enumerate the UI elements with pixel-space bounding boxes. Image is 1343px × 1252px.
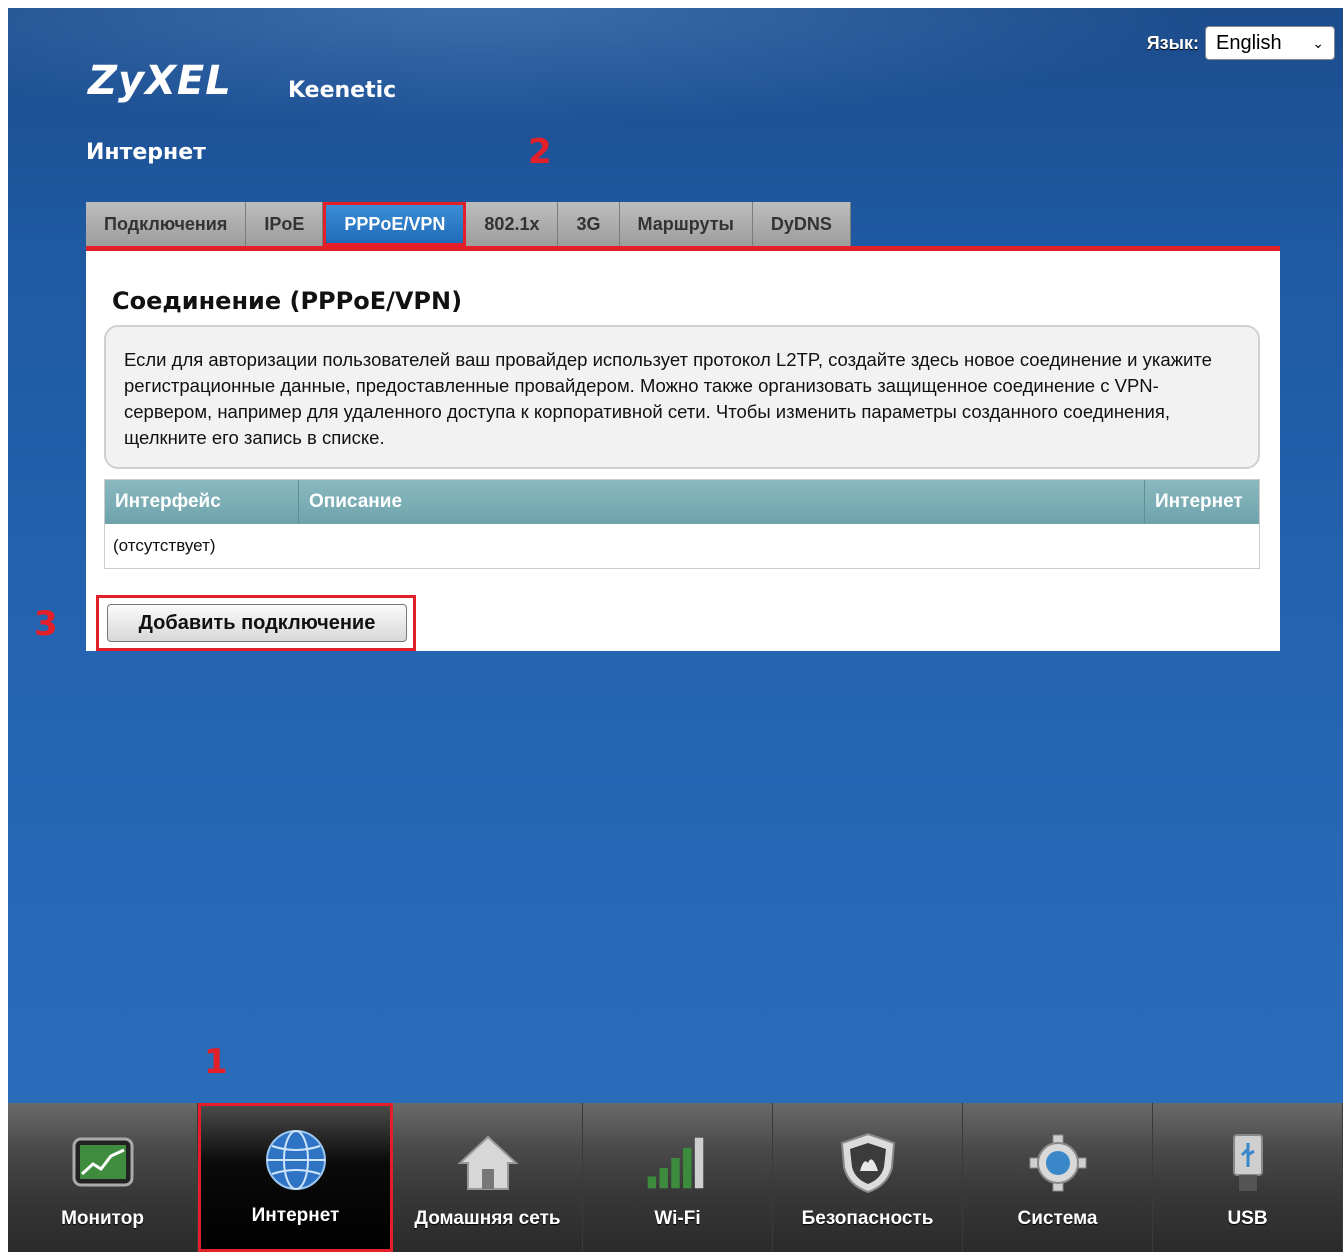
info-box: Если для авторизации пользователей ваш п… [104, 325, 1260, 469]
usb-icon [1216, 1134, 1280, 1192]
product-name: Keenetic [288, 78, 397, 103]
annotation-1: 1 [204, 1042, 228, 1082]
column-interface[interactable]: Интерфейс [105, 480, 299, 524]
nav-security[interactable]: Безопасность [773, 1103, 963, 1252]
annotation-2: 2 [528, 132, 552, 172]
language-value: English [1216, 31, 1282, 54]
add-button-highlight: Добавить подключение [96, 595, 416, 651]
chevron-down-icon: ⌄ [1312, 34, 1324, 51]
content-panel: Соединение (PPPoE/VPN) Если для авториза… [86, 251, 1280, 651]
nav-label: USB [1227, 1208, 1268, 1229]
tab-bar: Подключения IPoE PPPoE/VPN 802.1x 3G Мар… [86, 202, 851, 246]
add-connection-button[interactable]: Добавить подключение [107, 604, 407, 642]
nav-usb[interactable]: USB [1153, 1103, 1343, 1252]
nav-monitor[interactable]: Монитор [8, 1103, 198, 1252]
section-title: Соединение (PPPoE/VPN) [112, 287, 463, 315]
brand-logo: ZyXEL [88, 58, 232, 104]
annotation-3: 3 [34, 604, 58, 644]
page-title: Интернет [86, 140, 206, 165]
app-frame: ZyXEL Keenetic Язык: English ⌄ Интернет … [8, 8, 1343, 1252]
language-selector: Язык: English ⌄ [1147, 26, 1335, 60]
shield-icon [836, 1132, 900, 1194]
tab-ipoe[interactable]: IPoE [246, 202, 324, 246]
nav-label: Интернет [251, 1205, 340, 1226]
nav-internet[interactable]: Интернет [198, 1103, 393, 1252]
tab-8021x[interactable]: 802.1x [466, 202, 559, 246]
table-row: (отсутствует) [113, 536, 216, 555]
bottom-nav: Монитор Интернет Домашняя сеть Wi-Fi Без… [8, 1103, 1343, 1252]
gear-icon [1026, 1134, 1090, 1192]
nav-system[interactable]: Система [963, 1103, 1153, 1252]
column-description[interactable]: Описание [299, 480, 1145, 524]
monitor-icon [71, 1134, 135, 1192]
nav-label: Wi-Fi [654, 1208, 701, 1229]
language-select[interactable]: English ⌄ [1205, 26, 1335, 60]
nav-label: Монитор [61, 1208, 144, 1229]
nav-wifi[interactable]: Wi-Fi [583, 1103, 773, 1252]
nav-home-network[interactable]: Домашняя сеть [393, 1103, 583, 1252]
nav-label: Домашняя сеть [414, 1208, 561, 1229]
tab-pppoe-vpn[interactable]: PPPoE/VPN [323, 202, 467, 246]
nav-label: Безопасность [801, 1208, 934, 1229]
table-header: Интерфейс Описание Интернет [105, 480, 1259, 524]
wifi-signal-icon [646, 1134, 710, 1192]
globe-icon [264, 1130, 328, 1190]
nav-label: Система [1017, 1208, 1098, 1229]
tab-connections[interactable]: Подключения [86, 202, 247, 246]
language-label: Язык: [1146, 32, 1199, 53]
home-icon [456, 1134, 520, 1192]
connections-table: Интерфейс Описание Интернет (отсутствует… [104, 479, 1260, 569]
tab-routes[interactable]: Маршруты [619, 202, 753, 246]
tab-dydns[interactable]: DyDNS [752, 202, 851, 246]
column-internet[interactable]: Интернет [1145, 480, 1259, 524]
tab-3g[interactable]: 3G [558, 202, 620, 246]
